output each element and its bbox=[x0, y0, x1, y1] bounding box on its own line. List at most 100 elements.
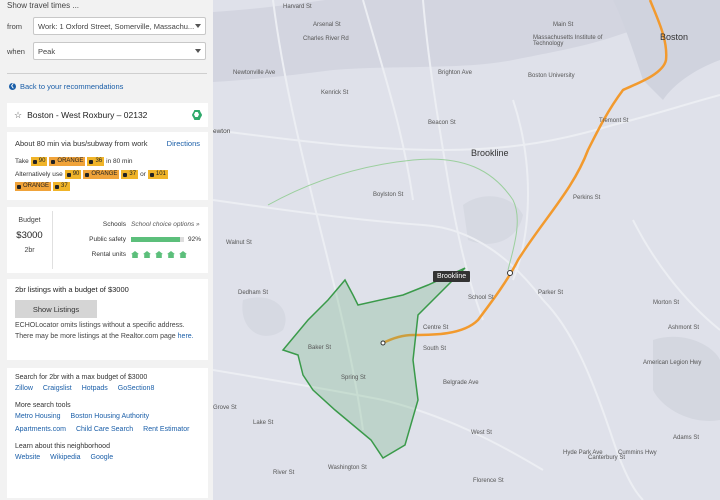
gosection8-link[interactable]: GoSection8 bbox=[118, 385, 155, 392]
alternative-routes: Alternatively use 90 ORANGE 37 or 101 OR… bbox=[15, 169, 200, 191]
map-label-spring-st: Spring St bbox=[341, 375, 366, 381]
commute-summary: About 80 min via bus/subway from work bbox=[15, 139, 148, 148]
map-label-south-st: South St bbox=[423, 346, 447, 352]
map-label-florence: Florence St bbox=[473, 478, 504, 484]
more-tools-links-1: Metro Housing Boston Housing Authority bbox=[15, 413, 200, 420]
listings-note: ECHOLocator omits listings without a spe… bbox=[15, 321, 200, 342]
apartments-link[interactable]: Apartments.com bbox=[15, 426, 66, 433]
back-to-recommendations-link[interactable]: ❮ Back to your recommendations bbox=[9, 82, 123, 91]
house-icon bbox=[167, 251, 175, 258]
map-label-charles-river: Charles River Rd bbox=[303, 36, 349, 42]
or-label: or bbox=[140, 171, 146, 178]
star-icon[interactable]: ☆ bbox=[14, 110, 22, 121]
map-label-main-st: Main St bbox=[553, 22, 574, 28]
neighborhood-hexagon-icon bbox=[192, 110, 202, 120]
bus-icon bbox=[55, 184, 60, 189]
when-label: when bbox=[7, 46, 25, 56]
more-tools-links-2: Apartments.com Child Care Search Rent Es… bbox=[15, 426, 200, 433]
map-label-ashmont: Ashmont St bbox=[668, 325, 700, 331]
map-label-boylston: Boylston St bbox=[373, 192, 404, 198]
show-listings-button[interactable]: Show Listings bbox=[15, 300, 97, 318]
route-chip: ORANGE bbox=[83, 170, 120, 179]
when-select[interactable]: Peak bbox=[33, 42, 206, 60]
neighborhood-name: Boston - West Roxbury – 02132 bbox=[27, 110, 148, 120]
rental-units-label: Rental units bbox=[91, 251, 126, 258]
bedrooms-value: 2br bbox=[24, 247, 35, 254]
route-chip: 37 bbox=[53, 182, 70, 191]
schools-row: Schools School choice options » bbox=[53, 217, 202, 232]
bus-icon bbox=[66, 172, 71, 177]
listings-note-text: ECHOLocator omits listings without a spe… bbox=[15, 322, 185, 340]
take-label: Take bbox=[15, 158, 29, 165]
search-links: Zillow Craigslist Hotpads GoSection8 bbox=[15, 385, 200, 392]
directions-link[interactable]: Directions bbox=[167, 139, 200, 148]
map-label-mit: Massachusetts Institute of Technology bbox=[533, 35, 603, 47]
rental-units-row: Rental units bbox=[53, 247, 202, 262]
child-care-search-link[interactable]: Child Care Search bbox=[76, 426, 133, 433]
chevron-down-icon bbox=[195, 49, 201, 53]
park-area bbox=[242, 297, 286, 336]
public-safety-bar bbox=[131, 237, 184, 242]
neighborhood-centroid-marker bbox=[380, 340, 386, 346]
alternatively-label: Alternatively use bbox=[15, 171, 63, 178]
from-row: from Work: 1 Oxford Street, Somerville, … bbox=[7, 17, 206, 35]
craigslist-link[interactable]: Craigslist bbox=[43, 385, 72, 392]
road bbox=[512, 99, 529, 281]
zillow-link[interactable]: Zillow bbox=[15, 385, 33, 392]
route-chip: ORANGE bbox=[49, 157, 86, 166]
google-link[interactable]: Google bbox=[91, 454, 114, 461]
schools-label: Schools bbox=[102, 221, 126, 228]
map-label-newtonville: Newtonville Ave bbox=[233, 70, 276, 76]
route-chip: 90 bbox=[64, 170, 82, 179]
metro-housing-link[interactable]: Metro Housing bbox=[15, 413, 61, 420]
road bbox=[213, 94, 720, 152]
listings-heading: 2br listings with a budget of $3000 bbox=[15, 285, 129, 294]
house-icon bbox=[143, 251, 151, 258]
divider bbox=[7, 73, 207, 74]
website-link[interactable]: Website bbox=[15, 454, 40, 461]
realtor-link[interactable]: here. bbox=[178, 333, 194, 340]
when-select-value: Peak bbox=[38, 46, 56, 56]
school-choice-link[interactable]: School choice options » bbox=[131, 221, 200, 228]
search-heading: Search for 2br with a max budget of $300… bbox=[15, 374, 148, 381]
bus-icon bbox=[32, 159, 37, 164]
map-label-brookline: Brookline bbox=[471, 148, 509, 158]
public-safety-value: 92% bbox=[188, 236, 202, 243]
route-chip: ORANGE bbox=[15, 182, 52, 191]
budget-label: Budget bbox=[18, 217, 41, 224]
wikipedia-link[interactable]: Wikipedia bbox=[50, 454, 80, 461]
commute-card: About 80 min via bus/subway from work Di… bbox=[7, 132, 208, 200]
house-icon bbox=[131, 251, 139, 258]
destination-marker bbox=[507, 270, 513, 276]
boston-housing-authority-link[interactable]: Boston Housing Authority bbox=[71, 413, 150, 420]
learn-heading: Learn about this neighborhood bbox=[15, 443, 110, 450]
neighborhood-boundary bbox=[281, 267, 466, 460]
stats-card: Budget $3000 2br Schools School choice o… bbox=[7, 207, 208, 273]
map-label-kenrick: Kenrick St bbox=[321, 90, 349, 96]
road bbox=[542, 299, 644, 500]
map-label-boston: Boston bbox=[660, 32, 689, 42]
map-label-bu: Boston University bbox=[528, 73, 575, 79]
map-label-belgrade: Belgrade Ave bbox=[443, 380, 479, 386]
route-chip: 90 bbox=[30, 157, 48, 166]
house-icon bbox=[155, 251, 163, 258]
route-chip: 101 bbox=[147, 170, 168, 179]
from-select-value: Work: 1 Oxford Street, Somerville, Massa… bbox=[38, 21, 195, 31]
route-chip: 37 bbox=[121, 170, 139, 179]
road bbox=[632, 219, 720, 331]
bus-icon bbox=[89, 159, 94, 164]
public-safety-bar-fill bbox=[131, 237, 180, 242]
map-label-baker: Baker St bbox=[308, 345, 332, 351]
map-pin-label[interactable]: Brookline bbox=[433, 271, 471, 282]
map-label-lake-st: Lake St bbox=[253, 420, 274, 426]
map-label-river-st: River St bbox=[273, 470, 295, 476]
hotpads-link[interactable]: Hotpads bbox=[82, 385, 108, 392]
more-tools-heading: More search tools bbox=[15, 402, 71, 409]
map-label-parker: Parker St bbox=[538, 290, 564, 296]
primary-routes: Take 90 ORANGE 36 in 80 min bbox=[15, 156, 200, 167]
rent-estimator-link[interactable]: Rent Estimator bbox=[143, 426, 189, 433]
map[interactable]: Boston Brookline ewton Massachusetts Ins… bbox=[213, 0, 720, 500]
from-select[interactable]: Work: 1 Oxford Street, Somerville, Massa… bbox=[33, 17, 206, 35]
search-card: Search for 2br with a max budget of $300… bbox=[7, 368, 208, 498]
map-label-morton: Morton St bbox=[653, 300, 680, 306]
